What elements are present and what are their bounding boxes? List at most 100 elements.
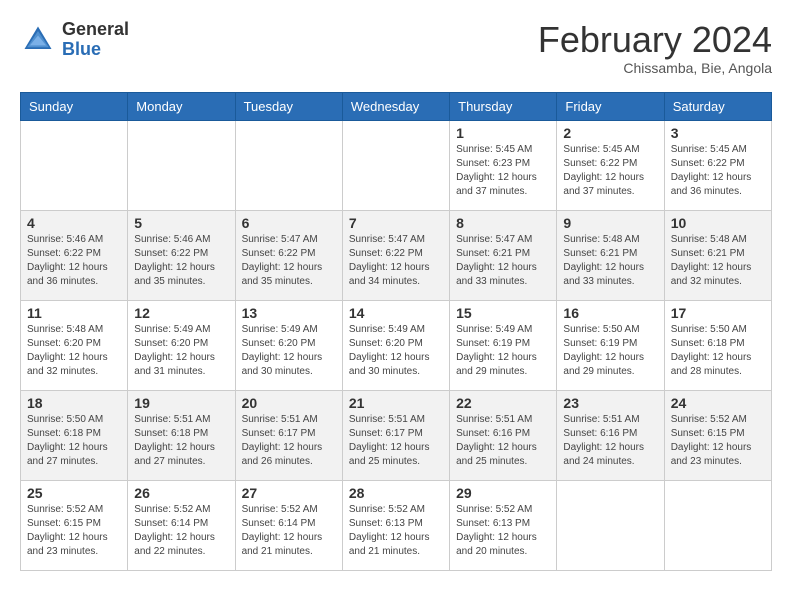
day-info: Sunrise: 5:45 AM Sunset: 6:23 PM Dayligh… bbox=[456, 143, 550, 199]
day-info: Sunrise: 5:47 AM Sunset: 6:21 PM Dayligh… bbox=[456, 233, 550, 289]
day-number: 8 bbox=[456, 215, 550, 231]
day-info: Sunrise: 5:45 AM Sunset: 6:22 PM Dayligh… bbox=[671, 143, 765, 199]
header-thursday: Thursday bbox=[450, 92, 557, 120]
day-info: Sunrise: 5:52 AM Sunset: 6:13 PM Dayligh… bbox=[456, 503, 550, 559]
day-cell: 3 Sunrise: 5:45 AM Sunset: 6:22 PM Daylig… bbox=[664, 120, 771, 210]
day-number: 17 bbox=[671, 305, 765, 321]
day-info: Sunrise: 5:49 AM Sunset: 6:20 PM Dayligh… bbox=[134, 323, 228, 379]
day-number: 25 bbox=[27, 485, 121, 501]
header-friday: Friday bbox=[557, 92, 664, 120]
day-cell: 9 Sunrise: 5:48 AM Sunset: 6:21 PM Daylig… bbox=[557, 210, 664, 300]
day-cell: 8 Sunrise: 5:47 AM Sunset: 6:21 PM Daylig… bbox=[450, 210, 557, 300]
day-cell: 26Sunrise: 5:52 AM Sunset: 6:14 PM Dayli… bbox=[128, 480, 235, 570]
day-info: Sunrise: 5:48 AM Sunset: 6:21 PM Dayligh… bbox=[563, 233, 657, 289]
day-cell: 7 Sunrise: 5:47 AM Sunset: 6:22 PM Daylig… bbox=[342, 210, 449, 300]
day-info: Sunrise: 5:51 AM Sunset: 6:16 PM Dayligh… bbox=[456, 413, 550, 469]
day-cell bbox=[664, 480, 771, 570]
day-cell: 1 Sunrise: 5:45 AM Sunset: 6:23 PM Daylig… bbox=[450, 120, 557, 210]
day-cell: 6 Sunrise: 5:47 AM Sunset: 6:22 PM Daylig… bbox=[235, 210, 342, 300]
day-cell: 29 Sunrise: 5:52 AM Sunset: 6:13 PM Dayli… bbox=[450, 480, 557, 570]
day-cell: 21 Sunrise: 5:51 AM Sunset: 6:17 PM Dayli… bbox=[342, 390, 449, 480]
page-header: General Blue February 2024 Chissamba, Bi… bbox=[20, 20, 772, 76]
day-cell bbox=[128, 120, 235, 210]
day-info: Sunrise: 5:46 AM Sunset: 6:22 PM Dayligh… bbox=[134, 233, 228, 289]
day-cell bbox=[342, 120, 449, 210]
day-number: 12 bbox=[134, 305, 228, 321]
header-saturday: Saturday bbox=[664, 92, 771, 120]
day-cell: 24Sunrise: 5:52 AM Sunset: 6:15 PM Dayli… bbox=[664, 390, 771, 480]
day-number: 28 bbox=[349, 485, 443, 501]
day-info: Sunrise: 5:51 AM Sunset: 6:18 PM Dayligh… bbox=[134, 413, 228, 469]
day-cell: 15 Sunrise: 5:49 AM Sunset: 6:19 PM Dayli… bbox=[450, 300, 557, 390]
month-title: February 2024 bbox=[538, 20, 772, 60]
day-info: Sunrise: 5:52 AM Sunset: 6:13 PM Dayligh… bbox=[349, 503, 443, 559]
day-number: 2 bbox=[563, 125, 657, 141]
day-number: 16 bbox=[563, 305, 657, 321]
logo: General Blue bbox=[20, 20, 129, 60]
week-row-1: 1 Sunrise: 5:45 AM Sunset: 6:23 PM Daylig… bbox=[21, 120, 772, 210]
day-cell: 11 Sunrise: 5:48 AM Sunset: 6:20 PM Dayli… bbox=[21, 300, 128, 390]
day-cell: 23 Sunrise: 5:51 AM Sunset: 6:16 PM Dayli… bbox=[557, 390, 664, 480]
day-number: 22 bbox=[456, 395, 550, 411]
day-number: 1 bbox=[456, 125, 550, 141]
day-info: Sunrise: 5:48 AM Sunset: 6:20 PM Dayligh… bbox=[27, 323, 121, 379]
day-number: 23 bbox=[563, 395, 657, 411]
day-info: Sunrise: 5:48 AM Sunset: 6:21 PM Dayligh… bbox=[671, 233, 765, 289]
day-cell: 20 Sunrise: 5:51 AM Sunset: 6:17 PM Dayli… bbox=[235, 390, 342, 480]
header-sunday: Sunday bbox=[21, 92, 128, 120]
calendar-body: 1 Sunrise: 5:45 AM Sunset: 6:23 PM Daylig… bbox=[21, 120, 772, 570]
day-cell bbox=[235, 120, 342, 210]
day-number: 3 bbox=[671, 125, 765, 141]
day-info: Sunrise: 5:47 AM Sunset: 6:22 PM Dayligh… bbox=[349, 233, 443, 289]
day-cell: 14Sunrise: 5:49 AM Sunset: 6:20 PM Dayli… bbox=[342, 300, 449, 390]
day-number: 14 bbox=[349, 305, 443, 321]
day-number: 6 bbox=[242, 215, 336, 231]
logo-general: General bbox=[62, 19, 129, 39]
day-cell bbox=[21, 120, 128, 210]
day-number: 4 bbox=[27, 215, 121, 231]
day-info: Sunrise: 5:51 AM Sunset: 6:17 PM Dayligh… bbox=[242, 413, 336, 469]
day-cell: 10 Sunrise: 5:48 AM Sunset: 6:21 PM Dayli… bbox=[664, 210, 771, 300]
header-tuesday: Tuesday bbox=[235, 92, 342, 120]
day-cell bbox=[557, 480, 664, 570]
day-cell: 5Sunrise: 5:46 AM Sunset: 6:22 PM Daylig… bbox=[128, 210, 235, 300]
day-info: Sunrise: 5:52 AM Sunset: 6:15 PM Dayligh… bbox=[27, 503, 121, 559]
location-subtitle: Chissamba, Bie, Angola bbox=[538, 60, 772, 76]
day-cell: 18Sunrise: 5:50 AM Sunset: 6:18 PM Dayli… bbox=[21, 390, 128, 480]
day-cell: 4 Sunrise: 5:46 AM Sunset: 6:22 PM Daylig… bbox=[21, 210, 128, 300]
day-number: 20 bbox=[242, 395, 336, 411]
day-number: 9 bbox=[563, 215, 657, 231]
day-info: Sunrise: 5:45 AM Sunset: 6:22 PM Dayligh… bbox=[563, 143, 657, 199]
day-info: Sunrise: 5:51 AM Sunset: 6:16 PM Dayligh… bbox=[563, 413, 657, 469]
day-cell: 27Sunrise: 5:52 AM Sunset: 6:14 PM Dayli… bbox=[235, 480, 342, 570]
day-info: Sunrise: 5:52 AM Sunset: 6:15 PM Dayligh… bbox=[671, 413, 765, 469]
day-info: Sunrise: 5:46 AM Sunset: 6:22 PM Dayligh… bbox=[27, 233, 121, 289]
logo-icon bbox=[20, 22, 56, 58]
day-cell: 17 Sunrise: 5:50 AM Sunset: 6:18 PM Dayli… bbox=[664, 300, 771, 390]
day-info: Sunrise: 5:49 AM Sunset: 6:19 PM Dayligh… bbox=[456, 323, 550, 379]
day-number: 29 bbox=[456, 485, 550, 501]
day-number: 19 bbox=[134, 395, 228, 411]
day-info: Sunrise: 5:47 AM Sunset: 6:22 PM Dayligh… bbox=[242, 233, 336, 289]
day-info: Sunrise: 5:49 AM Sunset: 6:20 PM Dayligh… bbox=[242, 323, 336, 379]
week-row-2: 4 Sunrise: 5:46 AM Sunset: 6:22 PM Daylig… bbox=[21, 210, 772, 300]
day-info: Sunrise: 5:50 AM Sunset: 6:18 PM Dayligh… bbox=[671, 323, 765, 379]
day-number: 10 bbox=[671, 215, 765, 231]
day-number: 11 bbox=[27, 305, 121, 321]
calendar-table: SundayMondayTuesdayWednesdayThursdayFrid… bbox=[20, 92, 772, 571]
day-info: Sunrise: 5:50 AM Sunset: 6:19 PM Dayligh… bbox=[563, 323, 657, 379]
week-row-3: 11 Sunrise: 5:48 AM Sunset: 6:20 PM Dayli… bbox=[21, 300, 772, 390]
day-cell: 2 Sunrise: 5:45 AM Sunset: 6:22 PM Daylig… bbox=[557, 120, 664, 210]
day-info: Sunrise: 5:51 AM Sunset: 6:17 PM Dayligh… bbox=[349, 413, 443, 469]
day-cell: 13 Sunrise: 5:49 AM Sunset: 6:20 PM Dayli… bbox=[235, 300, 342, 390]
day-number: 21 bbox=[349, 395, 443, 411]
calendar-header: SundayMondayTuesdayWednesdayThursdayFrid… bbox=[21, 92, 772, 120]
day-number: 26 bbox=[134, 485, 228, 501]
day-cell: 19 Sunrise: 5:51 AM Sunset: 6:18 PM Dayli… bbox=[128, 390, 235, 480]
header-monday: Monday bbox=[128, 92, 235, 120]
day-info: Sunrise: 5:50 AM Sunset: 6:18 PM Dayligh… bbox=[27, 413, 121, 469]
day-number: 7 bbox=[349, 215, 443, 231]
day-number: 15 bbox=[456, 305, 550, 321]
header-wednesday: Wednesday bbox=[342, 92, 449, 120]
day-number: 13 bbox=[242, 305, 336, 321]
